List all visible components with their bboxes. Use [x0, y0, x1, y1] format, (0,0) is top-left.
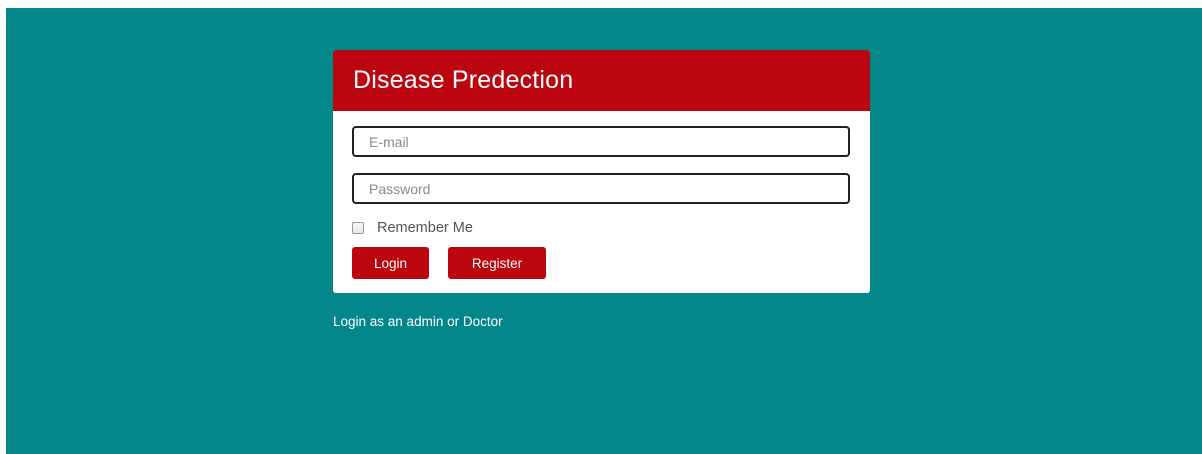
login-form: Remember Me Login Register — [333, 111, 870, 293]
remember-me-label: Remember Me — [377, 220, 473, 236]
register-button[interactable]: Register — [448, 247, 546, 279]
email-field[interactable] — [352, 126, 850, 157]
panel-heading: Disease Predection — [333, 50, 870, 111]
remember-me-row[interactable]: Remember Me — [352, 219, 473, 237]
admin-login-link[interactable]: Login as an admin or Doctor — [333, 314, 503, 329]
remember-me-checkbox[interactable] — [352, 222, 364, 234]
login-button[interactable]: Login — [352, 247, 429, 279]
panel-title: Disease Predection — [353, 66, 574, 94]
password-field[interactable] — [352, 173, 850, 204]
login-panel: Disease Predection Remember Me Login Reg… — [333, 50, 870, 293]
page-background: Disease Predection Remember Me Login Reg… — [6, 8, 1202, 454]
